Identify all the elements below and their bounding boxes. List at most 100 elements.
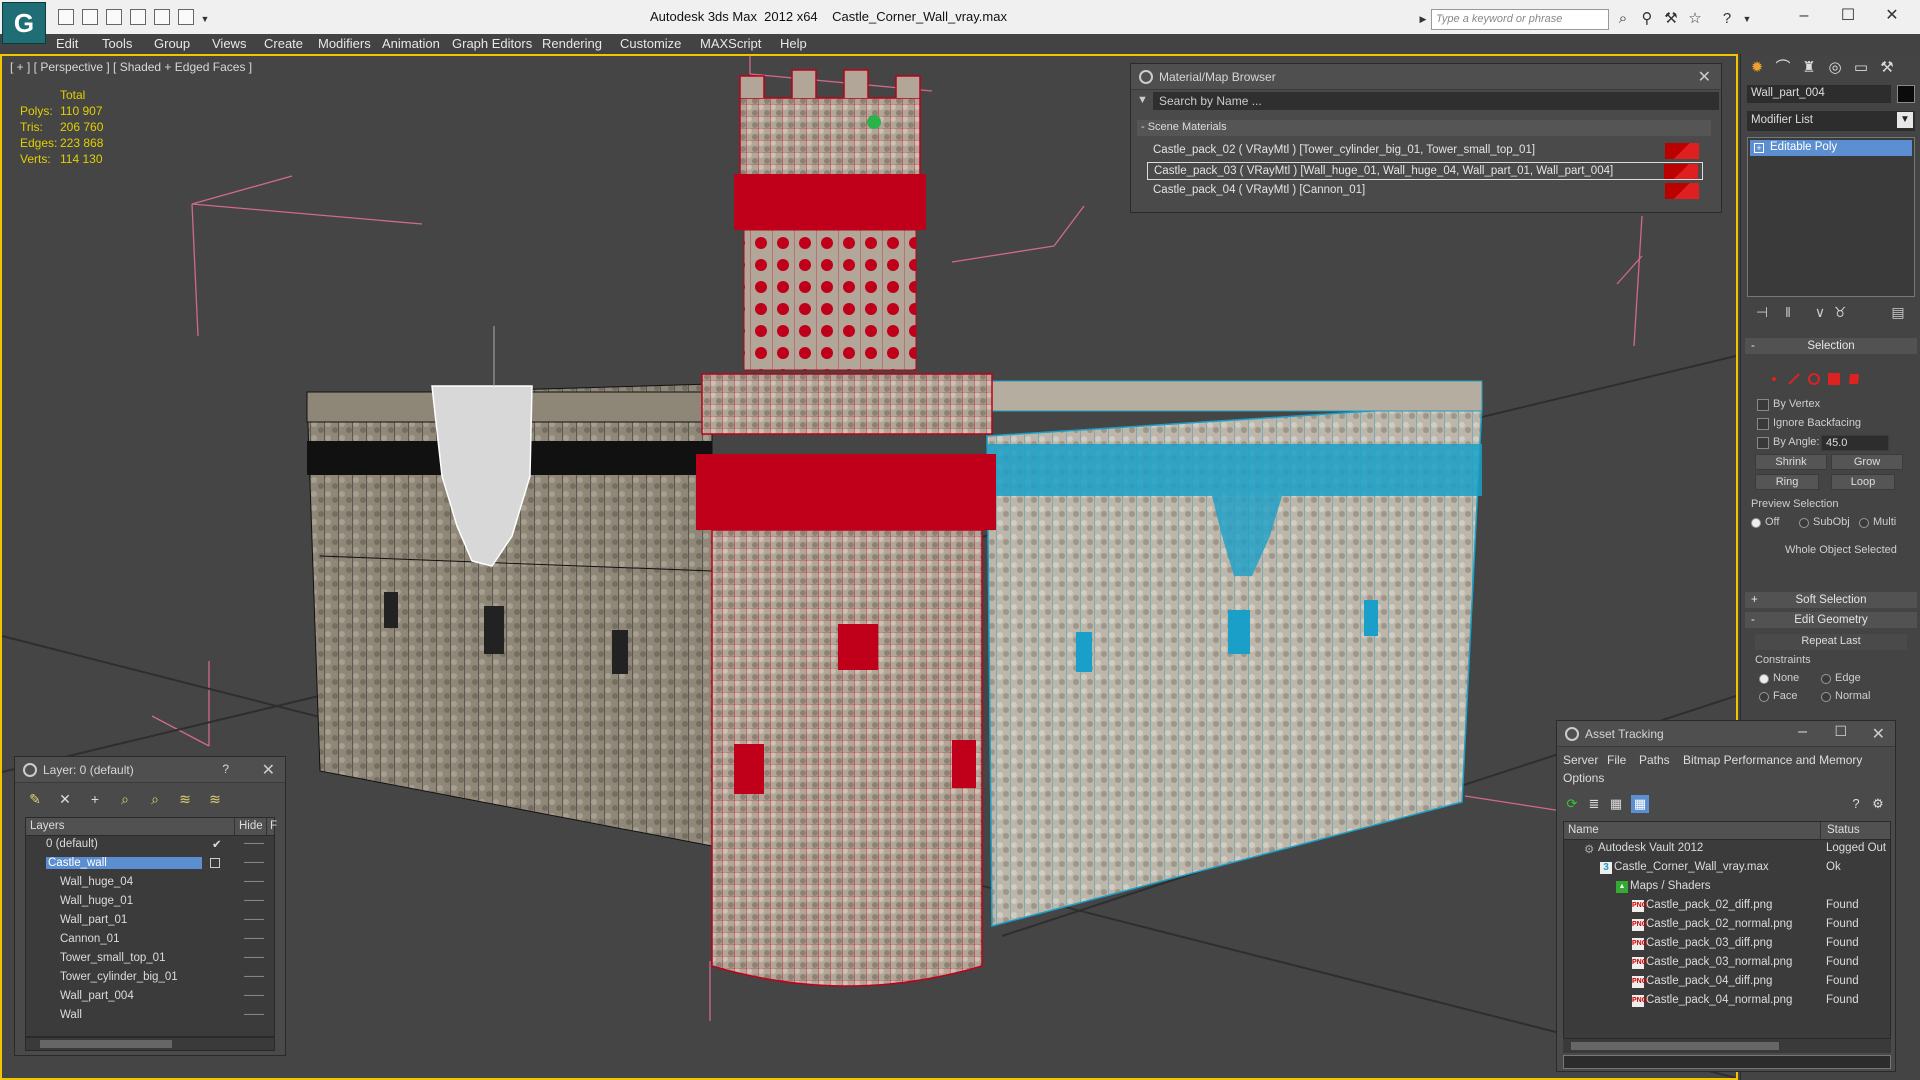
menu-animation[interactable]: Animation (382, 36, 440, 51)
scrollbar-thumb[interactable] (1571, 1042, 1779, 1050)
column-hide[interactable]: Hide (234, 818, 263, 836)
menu-create[interactable]: Create (264, 36, 303, 51)
settings-icon[interactable]: ⚙ (1869, 795, 1887, 813)
layer-row[interactable]: 0 (default) ✔ —— (26, 836, 274, 855)
layer-box-icon[interactable] (210, 858, 220, 868)
viewport-label[interactable]: [ + ] [ Perspective ] [ Shaded + Edged F… (10, 60, 252, 74)
close-icon[interactable]: ✕ (1872, 724, 1885, 744)
utilities-tab-icon[interactable]: ⚒ (1877, 58, 1897, 78)
layers-table[interactable]: Layers Hide F 0 (default) ✔ —— Castle_wall… (25, 817, 277, 1037)
hierarchy-tab-icon[interactable]: ♜ (1799, 58, 1819, 78)
undo-icon[interactable] (130, 9, 146, 25)
asset-row[interactable]: PNG Castle_pack_04_normal.png Found (1564, 992, 1890, 1011)
menu-group[interactable]: Group (154, 36, 190, 51)
pin-stack-icon[interactable]: ⊣ (1753, 304, 1771, 322)
delete-layer-icon[interactable]: ✕ (55, 789, 75, 809)
menu-graph-editors[interactable]: Graph Editors (452, 36, 532, 51)
menu-tools[interactable]: Tools (102, 36, 132, 51)
constraint-face-radio[interactable]: Face (1759, 690, 1797, 702)
selection-rollout-header[interactable]: - Selection (1745, 338, 1917, 354)
constraint-normal-radio[interactable]: Normal (1821, 690, 1870, 702)
motion-tab-icon[interactable]: ◎ (1825, 58, 1845, 78)
close-icon[interactable]: ✕ (262, 760, 275, 780)
list-view-icon[interactable]: ≣ (1585, 795, 1603, 813)
new-layer-icon[interactable]: ✎ (25, 789, 45, 809)
material-row[interactable]: Castle_pack_04 ( VRayMtl ) [Cannon_01] (1147, 182, 1703, 200)
element-mode-icon[interactable] (1847, 372, 1861, 386)
asset-tracking-panel[interactable]: Asset Tracking – ☐ ✕ Server File Paths B… (1556, 720, 1896, 1072)
menu-views[interactable]: Views (212, 36, 246, 51)
refresh-icon[interactable]: ⟳ (1563, 795, 1581, 813)
column-name[interactable]: Name (1568, 824, 1599, 836)
table-view-icon[interactable]: ▦ (1631, 795, 1649, 813)
material-map-browser-panel[interactable]: Material/Map Browser ✕ ▼ Search by Name … (1130, 63, 1722, 213)
maximize-icon[interactable]: ☐ (1826, 4, 1870, 28)
layer-panel-title-bar[interactable]: Layer: 0 (default) ? ✕ (15, 757, 285, 783)
create-tab-icon[interactable]: ✹ (1747, 58, 1767, 78)
menu-file[interactable]: File (1607, 753, 1626, 767)
select-objects-icon[interactable]: ⌕ (115, 789, 135, 809)
menu-bitmap-performance[interactable]: Bitmap Performance and Memory (1683, 753, 1862, 767)
horizontal-scrollbar[interactable] (1563, 1039, 1891, 1053)
chevron-down-icon[interactable]: ▼ (1897, 112, 1913, 128)
new-file-icon[interactable] (58, 9, 74, 25)
modifier-stack[interactable]: + Editable Poly (1747, 137, 1915, 297)
asset-row[interactable]: PNG Castle_pack_02_diff.png Found (1564, 897, 1890, 916)
by-vertex-checkbox[interactable]: By Vertex (1757, 398, 1820, 411)
asset-row[interactable]: PNG Castle_pack_02_normal.png Found (1564, 916, 1890, 935)
help-icon[interactable]: ? (1847, 795, 1865, 813)
edge-mode-icon[interactable] (1787, 372, 1801, 386)
material-browser-title-bar[interactable]: Material/Map Browser ✕ (1131, 64, 1721, 90)
repeat-last-button[interactable]: Repeat Last (1755, 634, 1907, 650)
loop-button[interactable]: Loop (1831, 474, 1895, 490)
menu-options[interactable]: Options (1563, 771, 1604, 785)
layer-row[interactable]: Wall —— (26, 1007, 274, 1026)
asset-path-field[interactable] (1563, 1055, 1891, 1069)
menu-help[interactable]: Help (780, 36, 807, 51)
search-expand-icon[interactable]: ▶ (1414, 10, 1432, 28)
layer-row[interactable]: Wall_part_004 —— (26, 988, 274, 1007)
scrollbar-thumb[interactable] (40, 1040, 172, 1048)
modifier-list-dropdown[interactable]: Modifier List ▼ (1747, 111, 1915, 131)
edit-geometry-rollout-header[interactable]: - Edit Geometry (1745, 612, 1917, 628)
freeze-all-icon[interactable]: ≋ (205, 789, 225, 809)
search-options-arrow-icon[interactable]: ▼ (1137, 94, 1148, 106)
display-tab-icon[interactable]: ▭ (1851, 58, 1871, 78)
vertex-mode-icon[interactable] (1767, 372, 1781, 386)
save-file-icon[interactable] (106, 9, 122, 25)
open-file-icon[interactable] (82, 9, 98, 25)
modify-tab-icon[interactable]: ⌒ (1773, 58, 1793, 78)
layer-row[interactable]: Wall_part_01 —— (26, 912, 274, 931)
column-status[interactable]: Status (1820, 822, 1860, 840)
material-row[interactable]: Castle_pack_03 ( VRayMtl ) [Wall_huge_01… (1147, 162, 1703, 180)
configure-modifier-sets-icon[interactable]: ▤ (1889, 304, 1907, 322)
column-layers[interactable]: Layers (30, 820, 65, 832)
grow-button[interactable]: Grow (1831, 454, 1903, 470)
search-input[interactable]: Type a keyword or phrase (1431, 9, 1609, 30)
help-icon[interactable]: ? (222, 762, 229, 776)
menu-server[interactable]: Server (1563, 753, 1598, 767)
communication-center-icon[interactable]: ⚒ (1662, 10, 1680, 28)
project-folder-icon[interactable] (178, 9, 194, 25)
help-dropdown-icon[interactable]: ▼ (1738, 10, 1756, 28)
menu-customize[interactable]: Customize (620, 36, 681, 51)
layer-row[interactable]: Tower_small_top_01 —— (26, 950, 274, 969)
asset-row[interactable]: PNG Castle_pack_03_diff.png Found (1564, 935, 1890, 954)
asset-row[interactable]: PNG Castle_pack_04_diff.png Found (1564, 973, 1890, 992)
app-logo-icon[interactable]: G (2, 2, 46, 44)
ring-button[interactable]: Ring (1755, 474, 1819, 490)
hide-all-icon[interactable]: ≋ (175, 789, 195, 809)
quick-access-dropdown-icon[interactable]: ▼ (196, 10, 214, 28)
asset-row[interactable]: ▲ Maps / Shaders (1564, 878, 1890, 897)
polygon-mode-icon[interactable] (1827, 372, 1841, 386)
border-mode-icon[interactable] (1807, 372, 1821, 386)
column-freeze[interactable]: F (266, 818, 277, 836)
by-angle-checkbox[interactable]: By Angle: (1757, 436, 1819, 449)
scene-materials-section[interactable]: - Scene Materials (1137, 120, 1711, 136)
material-search-input[interactable]: Search by Name ... (1153, 92, 1719, 110)
material-row[interactable]: Castle_pack_02 ( VRayMtl ) [Tower_cylind… (1147, 142, 1703, 160)
preview-subobj-radio[interactable]: SubObj (1799, 516, 1850, 528)
highlight-layer-icon[interactable]: ⌕ (145, 789, 165, 809)
help-icon[interactable]: ? (1718, 10, 1736, 28)
minimize-icon[interactable]: – (1798, 723, 1807, 741)
